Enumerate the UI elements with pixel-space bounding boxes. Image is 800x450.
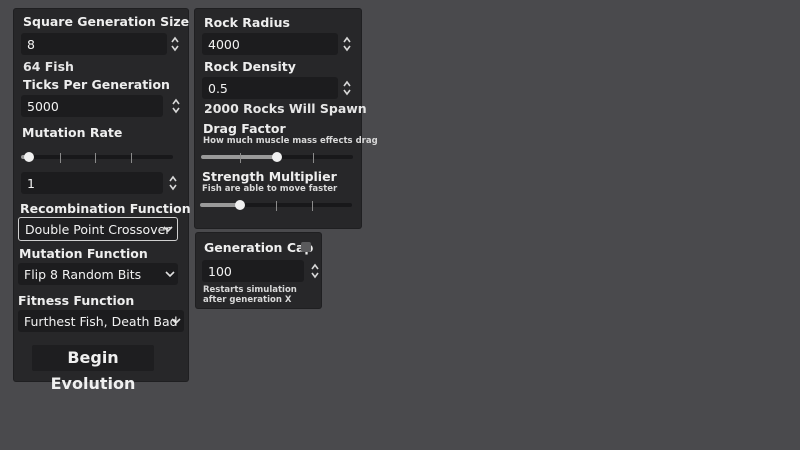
recombination-function-dropdown[interactable]: Double Point Crossover bbox=[18, 217, 178, 241]
spin-arrows-icon[interactable] bbox=[171, 97, 181, 115]
drag-factor-hint: How much muscle mass effects drag bbox=[203, 136, 378, 146]
slider-tick bbox=[131, 153, 132, 163]
rocks-spawn-text: 2000 Rocks Will Spawn bbox=[204, 101, 367, 116]
mutation-function-label: Mutation Function bbox=[19, 246, 148, 261]
mutation-function-selected: Flip 8 Random Bits bbox=[24, 267, 142, 282]
spin-arrows-icon[interactable] bbox=[310, 262, 320, 280]
slider-knob[interactable] bbox=[272, 152, 282, 162]
slider-tick bbox=[276, 201, 277, 211]
chevron-down-icon bbox=[163, 226, 173, 233]
spin-arrows-icon[interactable] bbox=[170, 35, 180, 53]
generation-cap-label: Generation Cap bbox=[204, 240, 314, 255]
fitness-function-dropdown[interactable]: Furthest Fish, Death Bad bbox=[18, 310, 184, 332]
mutation-function-dropdown[interactable]: Flip 8 Random Bits bbox=[18, 263, 178, 285]
rock-density-spinbox[interactable]: 0.5 bbox=[202, 77, 352, 99]
rock-density-label: Rock Density bbox=[204, 59, 296, 74]
fitness-function-label: Fitness Function bbox=[18, 293, 135, 308]
mutation-rate-label: Mutation Rate bbox=[22, 125, 123, 140]
spin-arrows-icon[interactable] bbox=[342, 35, 352, 53]
evolution-settings-panel: Square Generation Size 8 64 Fish Ticks P… bbox=[14, 9, 191, 393]
slider-knob[interactable] bbox=[23, 152, 34, 162]
spin-arrows-icon[interactable] bbox=[168, 174, 178, 192]
generation-cap-checkbox[interactable] bbox=[301, 242, 311, 252]
generation-cap-spinbox[interactable]: 100 bbox=[202, 260, 319, 282]
rock-density-value: 0.5 bbox=[208, 81, 228, 96]
chevron-down-icon bbox=[171, 318, 181, 325]
ticks-per-generation-label: Ticks Per Generation bbox=[23, 77, 170, 92]
generation-cap-value: 100 bbox=[208, 264, 232, 279]
slider-fill bbox=[200, 203, 240, 207]
strength-multiplier-hint: Fish are able to move faster bbox=[202, 184, 338, 194]
slider-knob[interactable] bbox=[234, 200, 245, 210]
begin-evolution-button[interactable]: Begin Evolution bbox=[32, 345, 154, 393]
strength-multiplier-label: Strength Multiplier bbox=[202, 169, 337, 184]
rock-radius-spinbox[interactable]: 4000 bbox=[202, 33, 352, 55]
rock-radius-value: 4000 bbox=[208, 37, 240, 52]
strength-multiplier-slider[interactable] bbox=[200, 198, 352, 212]
square-generation-size-label: Square Generation Size bbox=[23, 14, 190, 29]
fish-count-text: 64 Fish bbox=[23, 59, 74, 74]
generation-cap-panel: Generation Cap 100 Restarts simulation a… bbox=[196, 233, 321, 308]
slider-tick bbox=[240, 153, 241, 163]
recombination-function-selected: Double Point Crossover bbox=[25, 222, 171, 237]
rock-radius-label: Rock Radius bbox=[204, 15, 290, 30]
slider-tick bbox=[60, 153, 61, 163]
chevron-down-icon bbox=[165, 271, 175, 278]
drag-factor-slider[interactable] bbox=[201, 150, 353, 164]
square-generation-size-spinbox[interactable]: 8 bbox=[21, 33, 181, 55]
generation-cap-hint: Restarts simulation after generation X bbox=[203, 285, 297, 305]
mutation-rate-value: 1 bbox=[27, 176, 35, 191]
slider-fill bbox=[201, 155, 277, 159]
environment-settings-panel: Rock Radius 4000 Rock Density 0.5 2000 R… bbox=[195, 9, 378, 228]
ticks-per-generation-spinbox[interactable]: 5000 bbox=[21, 95, 183, 117]
fitness-function-selected: Furthest Fish, Death Bad bbox=[24, 314, 178, 329]
ticks-per-generation-value: 5000 bbox=[27, 99, 59, 114]
square-generation-size-value: 8 bbox=[27, 37, 35, 52]
mutation-rate-spinbox[interactable]: 1 bbox=[21, 172, 179, 194]
recombination-function-label: Recombination Function bbox=[20, 201, 191, 216]
mutation-rate-slider[interactable] bbox=[21, 150, 173, 164]
slider-tick bbox=[95, 153, 96, 163]
slider-tick bbox=[313, 153, 314, 163]
slider-tick bbox=[312, 201, 313, 211]
spin-arrows-icon[interactable] bbox=[342, 79, 352, 97]
drag-factor-label: Drag Factor bbox=[203, 121, 286, 136]
